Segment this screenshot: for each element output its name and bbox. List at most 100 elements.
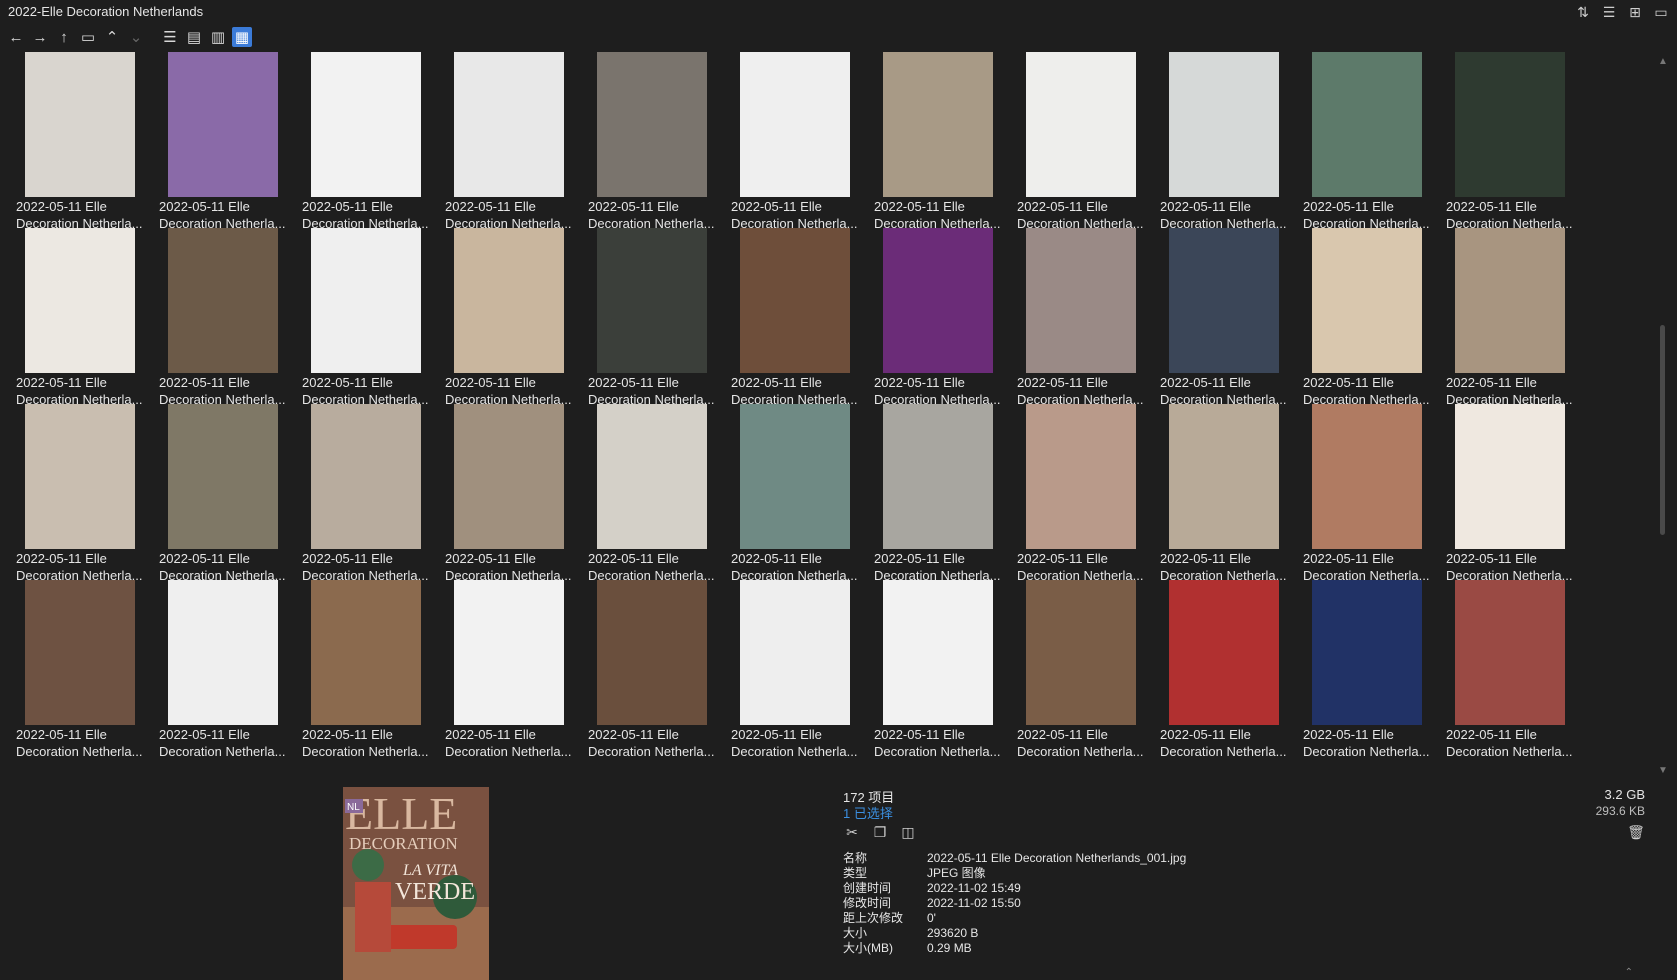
- image-preview: ELLE DECORATION LA VITA VERDE NL: [343, 787, 489, 980]
- thumbnail-item[interactable]: 2022-05-11 Elle Decoration Netherla...: [1303, 402, 1443, 585]
- thumbnail-image: [1312, 52, 1422, 197]
- list-view-icon[interactable]: ☰: [160, 27, 180, 47]
- thumbnail-item[interactable]: 2022-05-11 Elle Decoration Netherla...: [1017, 578, 1157, 761]
- scrollbar-thumb[interactable]: [1660, 325, 1665, 535]
- thumbnail-item[interactable]: 2022-05-11 Elle Decoration Netherla...: [159, 578, 299, 761]
- thumbnail-item[interactable]: 2022-05-11 Elle Decoration Netherla...: [16, 50, 156, 233]
- thumbnail-item[interactable]: 2022-05-11 Elle Decoration Netherla...: [302, 402, 442, 585]
- thumbnail-image: [311, 52, 421, 197]
- caption-line-1: 2022-05-11 Elle: [588, 375, 679, 390]
- thumbnail-caption: 2022-05-11 Elle Decoration Netherla...: [445, 726, 585, 760]
- thumbnail-item[interactable]: 2022-05-11 Elle Decoration Netherla...: [445, 402, 585, 585]
- thumbnail-item[interactable]: 2022-05-11 Elle Decoration Netherla...: [302, 226, 442, 409]
- thumbnail-image: [1026, 52, 1136, 197]
- thumbnail-item[interactable]: 2022-05-11 Elle Decoration Netherla...: [874, 402, 1014, 585]
- thumbnail-item[interactable]: 2022-05-11 Elle Decoration Netherla...: [1303, 50, 1443, 233]
- scissors-icon[interactable]: ✂: [843, 823, 861, 841]
- thumbnail-item[interactable]: 2022-05-11 Elle Decoration Netherla...: [1446, 578, 1586, 761]
- tiles-view-icon[interactable]: ▤: [184, 27, 204, 47]
- thumbnail-item[interactable]: 2022-05-11 Elle Decoration Netherla...: [588, 578, 728, 761]
- thumbnail-item[interactable]: 2022-05-11 Elle Decoration Netherla...: [588, 226, 728, 409]
- up-arrow-icon[interactable]: ↑: [54, 27, 74, 47]
- thumbnail-item[interactable]: 2022-05-11 Elle Decoration Netherla...: [731, 578, 871, 761]
- thumbnail-item[interactable]: 2022-05-11 Elle Decoration Netherla...: [1160, 226, 1300, 409]
- split-icon[interactable]: ◫: [899, 823, 917, 841]
- thumbnail-item[interactable]: 2022-05-11 Elle Decoration Netherla...: [731, 402, 871, 585]
- thumbnail-image: [1169, 228, 1279, 373]
- thumbnail-image: [25, 52, 135, 197]
- panel-toggle-icon[interactable]: ⌃: [1625, 967, 1633, 978]
- thumbnail-image: [1312, 580, 1422, 725]
- window-title: 2022-Elle Decoration Netherlands: [8, 4, 204, 19]
- thumbnail-item[interactable]: 2022-05-11 Elle Decoration Netherla...: [16, 578, 156, 761]
- caption-line-1: 2022-05-11 Elle: [445, 375, 536, 390]
- thumbnail-item[interactable]: 2022-05-11 Elle Decoration Netherla...: [302, 578, 442, 761]
- thumbnail-item[interactable]: 2022-05-11 Elle Decoration Netherla...: [16, 226, 156, 409]
- thumbnail-item[interactable]: 2022-05-11 Elle Decoration Netherla...: [1017, 402, 1157, 585]
- forward-arrow-icon[interactable]: →: [30, 27, 50, 47]
- preview-subtitle: DECORATION: [349, 834, 458, 853]
- property-row: 名称 2022-05-11 Elle Decoration Netherlands…: [843, 851, 1186, 866]
- copy-icon[interactable]: ❐: [871, 823, 889, 841]
- grid-scrollbar[interactable]: ▲ ▼: [1656, 50, 1670, 783]
- thumbnail-item[interactable]: 2022-05-11 Elle Decoration Netherla...: [16, 402, 156, 585]
- property-row: 类型 JPEG 图像: [843, 866, 1186, 881]
- thumbnail-caption: 2022-05-11 Elle Decoration Netherla...: [588, 726, 728, 760]
- sort-icon[interactable]: ⇅: [1575, 4, 1591, 20]
- thumbnail-item[interactable]: 2022-05-11 Elle Decoration Netherla...: [1160, 578, 1300, 761]
- thumbnail-item[interactable]: 2022-05-11 Elle Decoration Netherla...: [874, 578, 1014, 761]
- thumbnail-item[interactable]: 2022-05-11 Elle Decoration Netherla...: [588, 50, 728, 233]
- thumbnail-image: [1312, 404, 1422, 549]
- caption-line-1: 2022-05-11 Elle: [588, 727, 679, 742]
- caption-line-1: 2022-05-11 Elle: [588, 551, 679, 566]
- clipboard-icon[interactable]: ▭: [1653, 4, 1669, 20]
- thumbnail-item[interactable]: 2022-05-11 Elle Decoration Netherla...: [159, 402, 299, 585]
- thumbnail-image: [1026, 228, 1136, 373]
- thumbnail-image: [1455, 52, 1565, 197]
- back-arrow-icon[interactable]: ←: [6, 27, 26, 47]
- caption-line-2: Decoration Netherla...: [16, 744, 143, 759]
- thumbnail-image: [1169, 52, 1279, 197]
- scroll-up-icon[interactable]: ▲: [1657, 56, 1669, 68]
- thumbnail-image: [1026, 580, 1136, 725]
- thumbnail-item[interactable]: 2022-05-11 Elle Decoration Netherla...: [731, 50, 871, 233]
- thumbnail-item[interactable]: 2022-05-11 Elle Decoration Netherla...: [874, 226, 1014, 409]
- thumbnail-item[interactable]: 2022-05-11 Elle Decoration Netherla...: [1446, 226, 1586, 409]
- property-value: 2022-11-02 15:50: [927, 896, 1021, 910]
- thumbnail-item[interactable]: 2022-05-11 Elle Decoration Netherla...: [1160, 402, 1300, 585]
- thumbnail-item[interactable]: 2022-05-11 Elle Decoration Netherla...: [445, 226, 585, 409]
- thumbnail-view-icon[interactable]: ▦: [232, 27, 252, 47]
- trash-icon[interactable]: 🗑: [1627, 824, 1645, 842]
- details-icon[interactable]: ☰: [1601, 4, 1617, 20]
- thumbnail-item[interactable]: 2022-05-11 Elle Decoration Netherla...: [1303, 578, 1443, 761]
- caption-line-1: 2022-05-11 Elle: [1446, 199, 1537, 214]
- property-row: 创建时间 2022-11-02 15:49: [843, 881, 1186, 896]
- thumbnail-item[interactable]: 2022-05-11 Elle Decoration Netherla...: [445, 578, 585, 761]
- thumbnail-item[interactable]: 2022-05-11 Elle Decoration Netherla...: [1017, 226, 1157, 409]
- thumbnail-item[interactable]: 2022-05-11 Elle Decoration Netherla...: [302, 50, 442, 233]
- thumbnail-item[interactable]: 2022-05-11 Elle Decoration Netherla...: [1303, 226, 1443, 409]
- thumbnail-item[interactable]: 2022-05-11 Elle Decoration Netherla...: [1446, 50, 1586, 233]
- thumbnail-caption: 2022-05-11 Elle Decoration Netherla...: [874, 726, 1014, 760]
- caption-line-1: 2022-05-11 Elle: [1160, 375, 1251, 390]
- thumbnail-item[interactable]: 2022-05-11 Elle Decoration Netherla...: [731, 226, 871, 409]
- thumbnail-item[interactable]: 2022-05-11 Elle Decoration Netherla...: [1446, 402, 1586, 585]
- thumbnail-item[interactable]: 2022-05-11 Elle Decoration Netherla...: [159, 226, 299, 409]
- action-bar: ✂ ❐ ◫: [843, 823, 917, 841]
- add-pane-icon[interactable]: ⊞: [1627, 4, 1643, 20]
- folder-icon[interactable]: ▭: [78, 27, 98, 47]
- thumbnail-item[interactable]: 2022-05-11 Elle Decoration Netherla...: [588, 402, 728, 585]
- selection-count[interactable]: 1 已选择: [843, 803, 893, 822]
- property-row: 距上次修改 0': [843, 911, 1186, 926]
- thumbnail-item[interactable]: 2022-05-11 Elle Decoration Netherla...: [1160, 50, 1300, 233]
- chevron-up-icon[interactable]: ⌃: [102, 27, 122, 47]
- thumbnail-image: [311, 228, 421, 373]
- details-view-icon[interactable]: ▥: [208, 27, 228, 47]
- thumbnail-item[interactable]: 2022-05-11 Elle Decoration Netherla...: [445, 50, 585, 233]
- thumbnail-item[interactable]: 2022-05-11 Elle Decoration Netherla...: [874, 50, 1014, 233]
- thumbnail-item[interactable]: 2022-05-11 Elle Decoration Netherla...: [159, 50, 299, 233]
- scroll-down-icon[interactable]: ▼: [1657, 765, 1669, 777]
- chevron-down-icon[interactable]: ⌄: [126, 27, 146, 47]
- thumbnail-item[interactable]: 2022-05-11 Elle Decoration Netherla...: [1017, 50, 1157, 233]
- caption-line-1: 2022-05-11 Elle: [302, 727, 393, 742]
